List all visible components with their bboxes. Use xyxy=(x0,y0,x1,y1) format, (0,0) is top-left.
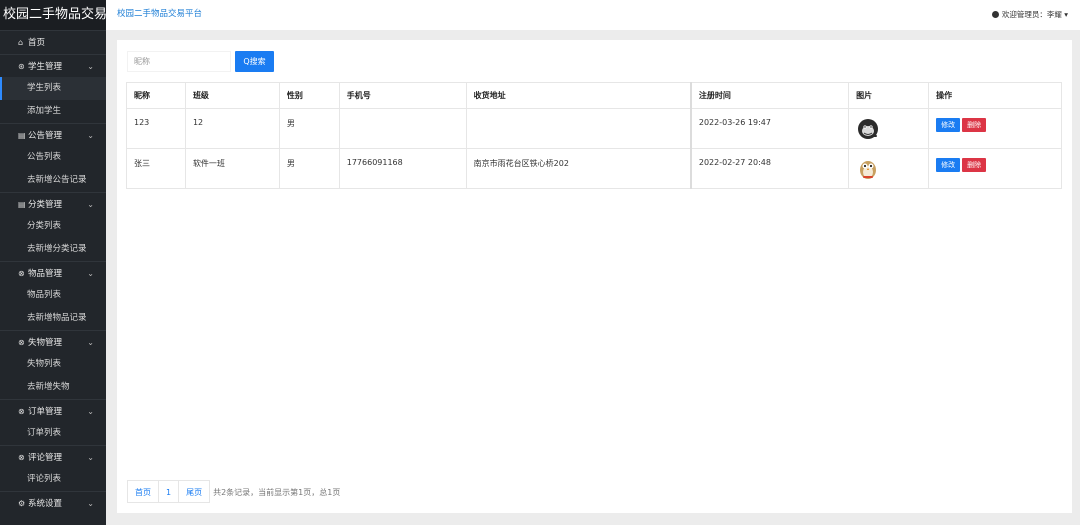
platform-title-link[interactable]: 校园二手物品交易平台 xyxy=(117,7,202,19)
layers-icon: ⊗ xyxy=(18,269,25,278)
cell-phone xyxy=(338,108,467,149)
sidebar-group-students[interactable]: ⊛ 学生管理 ⌄ xyxy=(0,54,106,77)
column-header: 昵称 xyxy=(126,82,186,109)
home-icon: ⌂ xyxy=(18,38,24,47)
cell-nickname: 张三 xyxy=(126,148,186,189)
table-row: 123 12 男 2022-03-26 19:47 修改 删除 xyxy=(126,108,1062,149)
table-row: 张三 软件一班 男 17766091168 南京市雨花台区铁心桥202 2022… xyxy=(126,148,1062,189)
edit-button[interactable]: 修改 xyxy=(936,118,961,132)
gear-icon: ⚙ xyxy=(18,499,26,508)
sidebar-group-label: 系统设置 xyxy=(28,499,63,509)
top-bar: 校园二手物品交易平台 欢迎管理员：李耀 ▾ xyxy=(106,0,1080,30)
chevron-down-icon: ⌄ xyxy=(87,62,94,71)
chevron-down-icon: ⌄ xyxy=(87,407,94,416)
sidebar-group-categories[interactable]: ▤ 分类管理 ⌄ xyxy=(0,192,106,215)
user-icon xyxy=(991,11,999,18)
sidebar-item-add-category[interactable]: 去新增分类记录 xyxy=(0,238,106,261)
pager-last-link[interactable]: 尾页 xyxy=(178,480,211,503)
cell-registered: 2022-02-27 20:48 xyxy=(689,148,850,189)
sidebar-group-label: 分类管理 xyxy=(28,200,63,210)
sidebar-group-lost[interactable]: ⊗ 失物管理 ⌄ xyxy=(0,330,106,353)
search-input[interactable]: 昵称 xyxy=(127,51,231,72)
cell-phone: 17766091168 xyxy=(338,148,467,189)
column-header: 性别 xyxy=(278,82,340,109)
chevron-down-icon: ⌄ xyxy=(87,338,94,347)
chevron-down-icon: ⌄ xyxy=(87,453,94,462)
sidebar-group-orders[interactable]: ⊗ 订单管理 ⌄ xyxy=(0,399,106,422)
cell-address: 南京市雨花台区铁心桥202 xyxy=(465,148,692,189)
sidebar-group-settings[interactable]: ⚙ 系统设置 ⌄ xyxy=(0,491,106,514)
sidebar-item-student-list[interactable]: 学生列表 xyxy=(0,77,106,100)
brand-title: 校园二手物品交易 xyxy=(0,0,106,30)
sidebar-item-item-list[interactable]: 物品列表 xyxy=(0,284,106,307)
sidebar-item-label: 首页 xyxy=(28,38,46,48)
layers-icon: ⊗ xyxy=(18,407,25,416)
sidebar-group-comments[interactable]: ⊗ 评论管理 ⌄ xyxy=(0,445,106,468)
delete-button[interactable]: 删除 xyxy=(962,158,987,172)
sidebar-group-label: 物品管理 xyxy=(28,269,63,279)
edit-button[interactable]: 修改 xyxy=(936,158,961,172)
sidebar: 校园二手物品交易 ⌂ 首页 ⊛ 学生管理 ⌄ 学生列表 添加学生 ▤ 公告管理 ⌄ 公… xyxy=(0,0,106,525)
user-menu-label: 欢迎管理员：李耀 ▾ xyxy=(1001,10,1068,19)
column-header: 图片 xyxy=(848,82,930,109)
layers-icon: ⊗ xyxy=(18,453,25,462)
pagination: 首页 1 尾页 共2条记录，当前显示第1页，总1页 xyxy=(127,480,340,503)
pager-first-link[interactable]: 首页 xyxy=(127,480,159,503)
chevron-down-icon: ⌄ xyxy=(87,200,94,209)
column-header: 操作 xyxy=(928,82,1062,109)
pager-info: 共2条记录，当前显示第1页，总1页 xyxy=(213,488,341,497)
main-panel: 昵称 Q搜索 昵称 班级 性别 手机号 收货地址 注册时间 图片 操作 123 … xyxy=(117,40,1072,513)
column-header: 收货地址 xyxy=(465,82,692,109)
cell-class: 12 xyxy=(184,108,280,149)
document-icon: ▤ xyxy=(18,131,26,140)
cell-registered: 2022-03-26 19:47 xyxy=(689,108,850,149)
sidebar-group-label: 公告管理 xyxy=(28,131,63,141)
sidebar-item-comment-list[interactable]: 评论列表 xyxy=(0,468,106,491)
sidebar-item-home[interactable]: ⌂ 首页 xyxy=(0,30,106,54)
column-header: 班级 xyxy=(184,82,280,109)
cell-avatar xyxy=(848,108,930,149)
owl-avatar-icon xyxy=(860,161,877,179)
sidebar-item-add-item[interactable]: 去新增物品记录 xyxy=(0,307,106,330)
sidebar-item-add-lost[interactable]: 去新增失物 xyxy=(0,376,106,399)
sidebar-group-label: 学生管理 xyxy=(28,62,63,72)
gorilla-avatar-icon xyxy=(858,119,879,139)
search-button[interactable]: Q搜索 xyxy=(235,51,274,72)
chevron-down-icon: ⌄ xyxy=(87,499,94,508)
pager-page-link[interactable]: 1 xyxy=(158,480,180,503)
student-table: 昵称 班级 性别 手机号 收货地址 注册时间 图片 操作 123 12 男 20… xyxy=(126,82,1062,189)
sidebar-item-order-list[interactable]: 订单列表 xyxy=(0,422,106,445)
cell-nickname: 123 xyxy=(126,108,186,149)
sidebar-group-label: 失物管理 xyxy=(28,338,63,348)
column-header: 注册时间 xyxy=(689,82,850,109)
chevron-down-icon: ⌄ xyxy=(87,269,94,278)
user-icon: ⊛ xyxy=(18,62,25,71)
sidebar-item-category-list[interactable]: 分类列表 xyxy=(0,215,106,238)
delete-button[interactable]: 删除 xyxy=(962,118,987,132)
sidebar-item-add-notice[interactable]: 去新增公告记录 xyxy=(0,169,106,192)
user-menu[interactable]: 欢迎管理员：李耀 ▾ xyxy=(991,9,1068,20)
table-header-row: 昵称 班级 性别 手机号 收货地址 注册时间 图片 操作 xyxy=(126,82,1062,109)
column-header: 手机号 xyxy=(338,82,467,109)
sidebar-group-label: 订单管理 xyxy=(28,407,63,417)
cell-actions: 修改 删除 xyxy=(928,148,1062,189)
layers-icon: ⊗ xyxy=(18,338,25,347)
cell-class: 软件一班 xyxy=(184,148,280,189)
sidebar-group-label: 评论管理 xyxy=(28,453,63,463)
document-icon: ▤ xyxy=(18,200,26,209)
cell-gender: 男 xyxy=(278,108,340,149)
sidebar-item-lost-list[interactable]: 失物列表 xyxy=(0,353,106,376)
sidebar-item-notice-list[interactable]: 公告列表 xyxy=(0,146,106,169)
sidebar-item-add-student[interactable]: 添加学生 xyxy=(0,100,106,123)
cell-address xyxy=(465,108,692,149)
chevron-down-icon: ⌄ xyxy=(87,131,94,140)
cell-gender: 男 xyxy=(278,148,340,189)
cell-avatar xyxy=(848,148,930,189)
sidebar-group-notices[interactable]: ▤ 公告管理 ⌄ xyxy=(0,123,106,146)
cell-actions: 修改 删除 xyxy=(928,108,1062,149)
sidebar-group-items[interactable]: ⊗ 物品管理 ⌄ xyxy=(0,261,106,284)
